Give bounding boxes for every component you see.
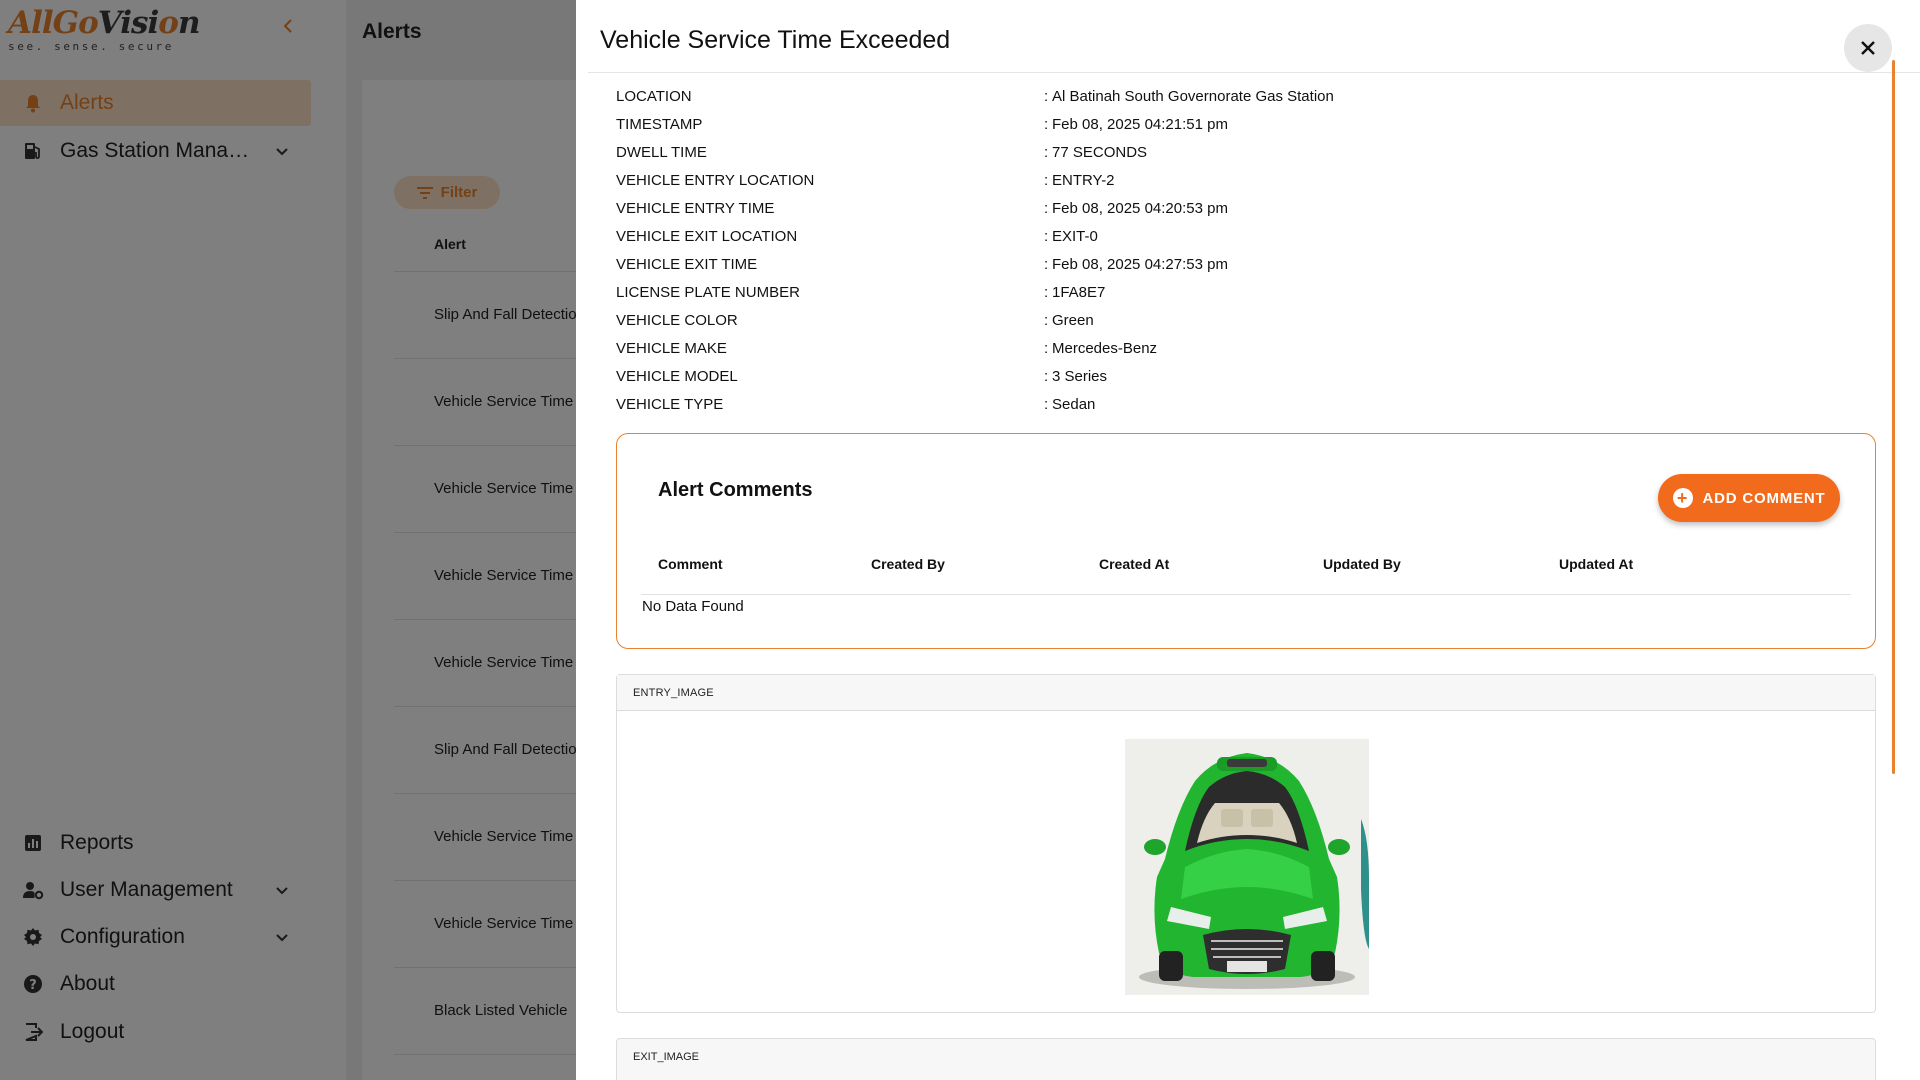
detail-value: EXIT-0 xyxy=(1052,228,1098,245)
detail-value: Al Batinah South Governorate Gas Station xyxy=(1052,88,1334,105)
detail-key: DWELL TIME xyxy=(616,144,707,161)
detail-key: LOCATION xyxy=(616,88,692,105)
detail-key: VEHICLE MODEL xyxy=(616,368,738,385)
detail-key: VEHICLE EXIT TIME xyxy=(616,256,758,273)
detail-separator: : xyxy=(1044,284,1049,301)
scrollbar[interactable] xyxy=(1892,60,1895,774)
column-header-updated-at: Updated At xyxy=(1559,556,1634,572)
comments-title: Alert Comments xyxy=(658,479,813,501)
entry-image-label: ENTRY_IMAGE xyxy=(633,687,714,699)
divider xyxy=(588,72,1920,73)
column-header-updated-by: Updated By xyxy=(1323,556,1401,572)
detail-key: VEHICLE MAKE xyxy=(616,340,727,357)
detail-separator: : xyxy=(1044,116,1049,133)
detail-key: VEHICLE COLOR xyxy=(616,312,738,329)
detail-row-location: LOCATION: Al Batinah South Governorate Ga… xyxy=(616,88,1816,110)
detail-value: 3 Series xyxy=(1052,368,1108,385)
detail-key: TIMESTAMP xyxy=(616,116,703,133)
detail-separator: : xyxy=(1044,312,1049,329)
entry-image-panel: ENTRY_IMAGE xyxy=(616,674,1876,1013)
detail-row-vehicle-model: VEHICLE MODEL:3 Series xyxy=(616,368,1816,390)
exit-image-panel: EXIT_IMAGE xyxy=(616,1038,1876,1080)
detail-value: Green xyxy=(1052,312,1094,329)
detail-key: VEHICLE TYPE xyxy=(616,396,724,413)
empty-state-text: No Data Found xyxy=(642,598,744,615)
detail-separator: : xyxy=(1044,396,1049,413)
detail-separator: : xyxy=(1044,172,1049,189)
detail-value: Feb 08, 2025 04:27:53 pm xyxy=(1052,256,1228,273)
detail-row-entry-time: VEHICLE ENTRY TIME: Feb 08, 2025 04:20:53… xyxy=(616,200,1816,222)
drawer-title: Vehicle Service Time Exceeded xyxy=(600,26,951,54)
exit-image-label: EXIT_IMAGE xyxy=(633,1051,700,1063)
detail-key: LICENSE PLATE NUMBER xyxy=(616,284,800,301)
entry-image-header: ENTRY_IMAGE xyxy=(617,675,1875,711)
car-illustration xyxy=(1125,739,1369,995)
detail-row-timestamp: TIMESTAMP: Feb 08, 2025 04:21:51 pm xyxy=(616,116,1816,138)
detail-row-entry-location: VEHICLE ENTRY LOCATION: ENTRY-2 xyxy=(616,172,1816,194)
detail-separator: : xyxy=(1044,256,1049,273)
column-header-created-by: Created By xyxy=(871,556,945,572)
close-button[interactable] xyxy=(1844,24,1892,72)
detail-separator: : xyxy=(1044,228,1049,245)
detail-separator: : xyxy=(1044,368,1049,385)
detail-value: Feb 08, 2025 04:20:53 pm xyxy=(1052,200,1228,217)
add-comment-label: ADD COMMENT xyxy=(1702,489,1826,507)
detail-key: VEHICLE EXIT LOCATION xyxy=(616,228,798,245)
detail-value: Feb 08, 2025 04:21:51 pm xyxy=(1052,116,1228,133)
detail-row-dwell-time: DWELL TIME:77 SECONDS xyxy=(616,144,1816,166)
detail-separator: : xyxy=(1044,88,1049,105)
detail-value: Sedan xyxy=(1052,396,1096,413)
detail-row-exit-time: VEHICLE EXIT TIME: Feb 08, 2025 04:27:53 … xyxy=(616,256,1816,278)
detail-row-vehicle-make: VEHICLE MAKE: Mercedes-Benz xyxy=(616,340,1816,362)
detail-row-license-plate: LICENSE PLATE NUMBER:1FA8E7 xyxy=(616,284,1816,306)
add-comment-button[interactable]: + ADD COMMENT xyxy=(1658,474,1840,522)
divider xyxy=(641,594,1851,595)
entry-vehicle-image[interactable] xyxy=(1125,739,1369,995)
detail-separator: : xyxy=(1044,144,1049,161)
close-icon xyxy=(1861,41,1875,55)
detail-value: 77 SECONDS xyxy=(1052,144,1148,161)
detail-value: Mercedes-Benz xyxy=(1052,340,1158,357)
plus-icon: + xyxy=(1672,488,1693,508)
detail-row-vehicle-type: VEHICLE TYPE: Sedan xyxy=(616,396,1816,418)
alert-detail-drawer: Vehicle Service Time Exceeded LOCATION: A… xyxy=(576,0,1920,1080)
column-header-comment: Comment xyxy=(658,556,723,572)
detail-value: 1FA8E7 xyxy=(1052,284,1106,301)
column-header-created-at: Created At xyxy=(1099,556,1170,572)
detail-key: VEHICLE ENTRY TIME xyxy=(616,200,775,217)
detail-separator: : xyxy=(1044,340,1049,357)
detail-row-vehicle-color: VEHICLE COLOR: Green xyxy=(616,312,1816,334)
detail-key: VEHICLE ENTRY LOCATION xyxy=(616,172,815,189)
detail-row-exit-location: VEHICLE EXIT LOCATION: EXIT-0 xyxy=(616,228,1816,250)
detail-value: ENTRY-2 xyxy=(1052,172,1115,189)
detail-separator: : xyxy=(1044,200,1049,217)
alert-comments-panel: Alert Comments + ADD COMMENT Comment Cre… xyxy=(616,433,1876,649)
